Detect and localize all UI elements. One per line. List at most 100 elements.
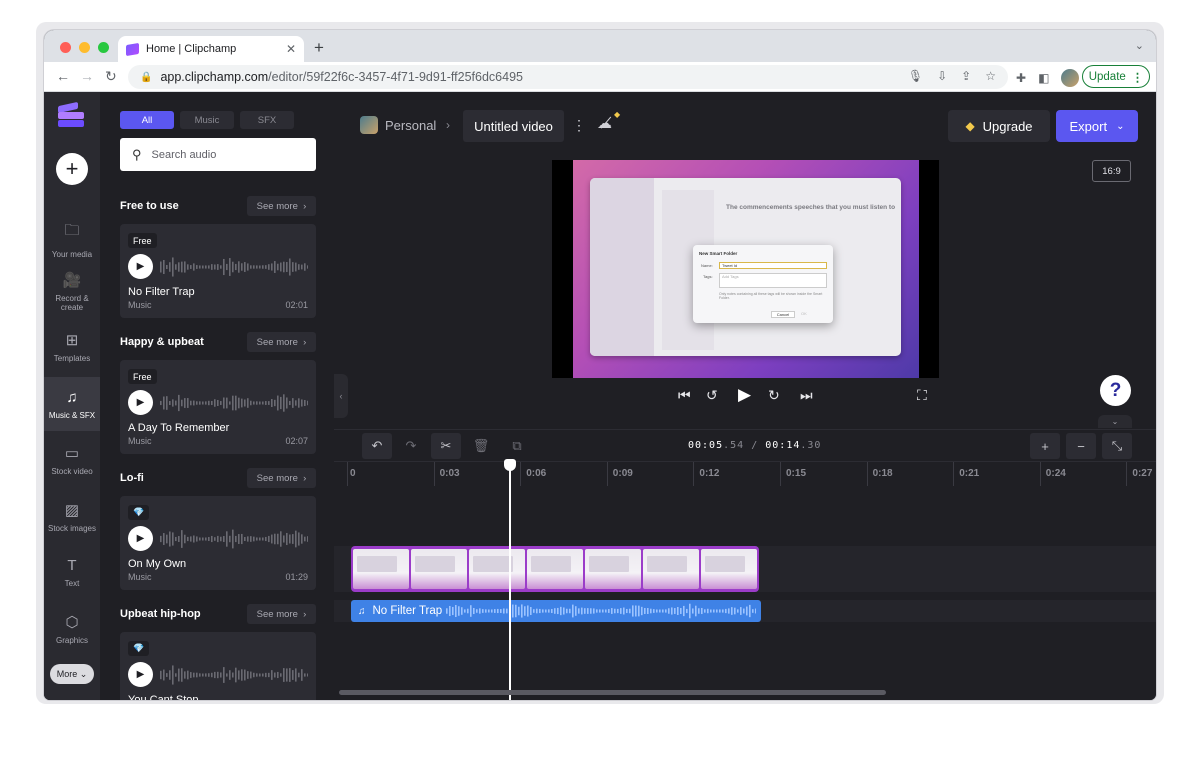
omnibox-actions: 🎙 ⇩ ⇪ ☆: [908, 69, 996, 83]
export-button[interactable]: Export ⌄: [1056, 110, 1138, 142]
tab-sfx[interactable]: SFX: [240, 111, 294, 129]
more-button[interactable]: More ⌄: [50, 664, 94, 684]
zoom-window-button[interactable]: [98, 42, 109, 53]
extensions-puzzle-icon[interactable]: ✚: [1016, 71, 1026, 85]
address-bar[interactable]: 🔒 app.clipchamp.com /editor/59f22f6c-345…: [128, 65, 1008, 89]
play-preview-icon[interactable]: ▶: [128, 390, 153, 415]
audio-track-card[interactable]: Free ▶ No Filter Trap Music 02:01: [120, 224, 316, 318]
audio-clip-title: No Filter Trap: [372, 605, 443, 617]
rail-item-graphics[interactable]: ⬡ Graphics: [44, 602, 100, 656]
fit-timeline-icon[interactable]: ⤡: [1102, 433, 1132, 459]
video-preview[interactable]: The commencements speeches that you must…: [552, 160, 939, 378]
ruler-label: 0:21: [959, 468, 980, 479]
see-more-button[interactable]: See more ›: [247, 332, 316, 352]
bookmark-star-icon[interactable]: ☆: [985, 69, 996, 83]
timeline-scrollbar[interactable]: [339, 690, 886, 695]
rail-item-templates[interactable]: ⊞ Templates: [44, 320, 100, 374]
forward-arrow-icon[interactable]: →: [80, 68, 94, 84]
side-panel-icon[interactable]: ◧: [1038, 71, 1049, 85]
image-icon: ▨: [64, 502, 80, 519]
play-preview-icon[interactable]: ▶: [128, 254, 153, 279]
rail-item-music-sfx[interactable]: ♫ Music & SFX: [44, 377, 100, 431]
tab-music[interactable]: Music: [180, 111, 234, 129]
track-title: A Day To Remember: [128, 422, 230, 434]
total-time: 00:14: [765, 440, 801, 451]
help-collapse-chevron-icon[interactable]: ⌄: [1098, 415, 1132, 428]
create-new-button[interactable]: +: [56, 153, 88, 185]
new-tab-button[interactable]: +: [314, 38, 324, 58]
browser-tab[interactable]: Home | Clipchamp ✕: [118, 36, 304, 62]
preview-app-window: The commencements speeches that you must…: [590, 178, 901, 356]
video-clip[interactable]: [351, 546, 759, 592]
project-menu-icon[interactable]: ⋮: [572, 117, 586, 134]
close-window-button[interactable]: [60, 42, 71, 53]
tab-search-chevron-icon[interactable]: ⌄: [1135, 39, 1144, 52]
split-scissors-icon[interactable]: ✂: [431, 433, 461, 459]
track-duration: 01:29: [285, 572, 308, 582]
rail-item-record-create[interactable]: 🎥 Record & create: [44, 264, 100, 318]
project-name-field[interactable]: Untitled video: [463, 110, 564, 142]
rail-item-stock-video[interactable]: ▭ Stock video: [44, 433, 100, 487]
tab-close-icon[interactable]: ✕: [286, 42, 296, 56]
rewind-5-icon[interactable]: ↺: [706, 387, 718, 404]
upgrade-button[interactable]: ◆ Upgrade: [948, 110, 1050, 142]
video-thumbnail: [411, 549, 467, 589]
zoom-in-icon[interactable]: +: [1030, 433, 1060, 459]
ruler-label: 0:06: [526, 468, 547, 479]
track-type: Music: [128, 572, 152, 582]
rail-item-label: Record & create: [55, 293, 89, 312]
ruler-tick: [433, 462, 435, 486]
see-more-button[interactable]: See more ›: [247, 604, 316, 624]
rail-item-text[interactable]: T Text: [44, 545, 100, 599]
see-more-button[interactable]: See more ›: [247, 196, 316, 216]
audio-track-card[interactable]: 💎 ▶ You Cant Stop: [120, 632, 316, 700]
playhead-line[interactable]: [509, 462, 511, 700]
section-title: Happy & upbeat: [120, 336, 204, 348]
timeline-ruler[interactable]: 0 0:03 0:06 0:09 0:12 0:15 0:18 0:21 0:24 0:27: [334, 461, 1156, 486]
total-time-fraction: .30: [800, 440, 822, 451]
play-preview-icon[interactable]: ▶: [128, 662, 153, 687]
update-button[interactable]: Update ⋮: [1082, 65, 1150, 88]
chrome-menu-icon[interactable]: ⋮: [1132, 70, 1144, 84]
minimize-window-button[interactable]: [79, 42, 90, 53]
track-waveform: [160, 529, 308, 549]
reload-icon[interactable]: ↻: [105, 68, 117, 85]
play-preview-icon[interactable]: ▶: [128, 526, 153, 551]
browser-window: Home | Clipchamp ✕ + ⌄ ← → ↻ 🔒 app.clipc…: [44, 30, 1156, 700]
see-more-button[interactable]: See more ›: [247, 468, 316, 488]
forward-5-icon[interactable]: ↻: [768, 387, 780, 404]
share-icon[interactable]: ⇪: [961, 69, 971, 83]
microphone-icon[interactable]: 🎙: [908, 69, 923, 83]
rail-item-stock-images[interactable]: ▨ Stock images: [44, 490, 100, 544]
preview-dialog: New Smart Folder Name: Tweet Id Tags: Ad…: [693, 245, 833, 323]
redo-icon[interactable]: ↷: [396, 433, 426, 459]
aspect-ratio-button[interactable]: 16:9: [1092, 160, 1131, 182]
audio-clip[interactable]: ♫ No Filter Trap: [351, 600, 761, 622]
clipchamp-logo[interactable]: [58, 101, 86, 130]
workspace-breadcrumb[interactable]: Personal: [385, 118, 436, 133]
profile-avatar[interactable]: [1061, 69, 1080, 87]
install-app-icon[interactable]: ⇩: [937, 69, 947, 83]
tab-all[interactable]: All: [120, 111, 174, 129]
fullscreen-icon[interactable]: ⛶: [917, 387, 927, 404]
search-audio-input[interactable]: ⚲ Search audio: [120, 138, 316, 171]
diamond-icon: ◆: [965, 119, 975, 133]
rail-item-your-media[interactable]: 🗀 Your media: [44, 212, 100, 266]
audio-track-card[interactable]: Free ▶ A Day To Remember Music 02:07: [120, 360, 316, 454]
track-waveform: [160, 665, 308, 685]
play-icon[interactable]: ▶: [738, 385, 751, 405]
help-button[interactable]: ?: [1100, 375, 1131, 406]
film-icon: ▭: [64, 445, 80, 462]
zoom-out-icon[interactable]: −: [1066, 433, 1096, 459]
add-to-timeline-icon[interactable]: ⧉: [502, 433, 532, 459]
skip-to-start-icon[interactable]: ⏮: [678, 387, 691, 404]
cloud-backup-off-icon[interactable]: ☁̸: [597, 114, 612, 132]
audio-track-card[interactable]: 💎 ▶ On My Own Music 01:29: [120, 496, 316, 590]
skip-to-end-icon[interactable]: ⏭: [800, 387, 813, 404]
undo-icon[interactable]: ↶: [362, 433, 392, 459]
audio-library-panel: All Music SFX ⚲ Search audio Free to use…: [100, 92, 334, 700]
back-arrow-icon[interactable]: ←: [56, 68, 70, 84]
collapse-panel-chevron-icon[interactable]: ‹: [334, 374, 348, 418]
delete-trash-icon[interactable]: 🗑: [466, 433, 496, 459]
playhead-handle[interactable]: [504, 459, 516, 471]
